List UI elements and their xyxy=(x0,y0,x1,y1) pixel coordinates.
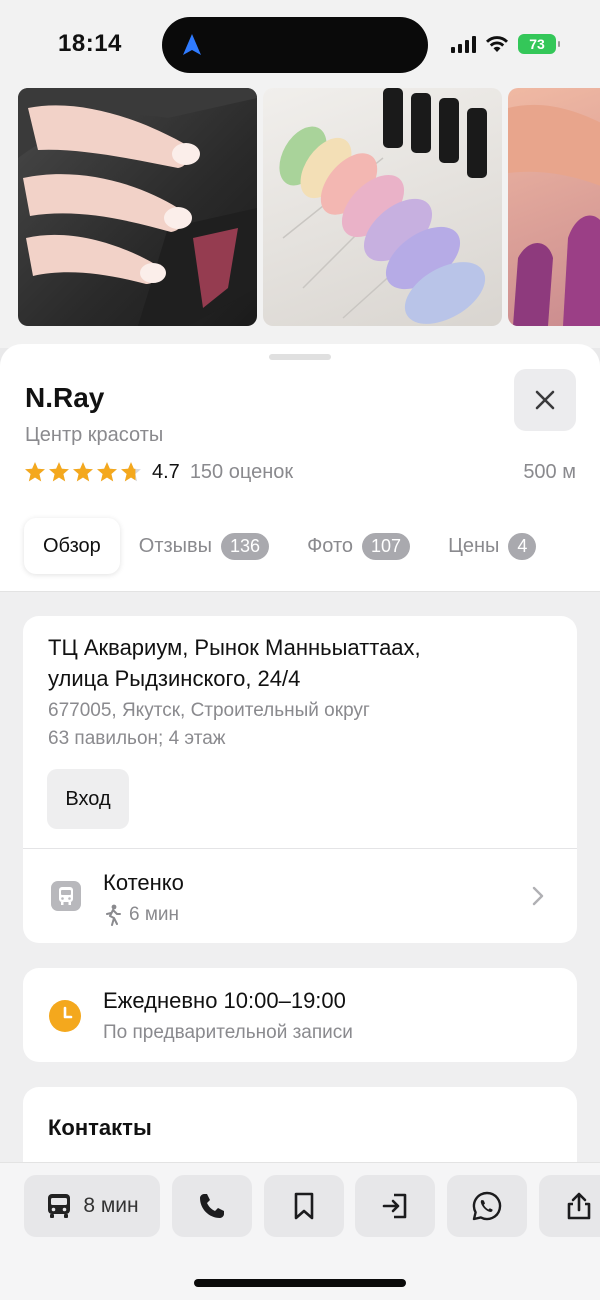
share-button[interactable] xyxy=(539,1175,600,1237)
address-card: ТЦ Аквариум, Рынок Манньыаттаах, улица Р… xyxy=(23,616,577,943)
photo-manicure-3[interactable] xyxy=(508,88,600,326)
phone-icon xyxy=(200,1194,224,1218)
cellular-signal-icon xyxy=(451,35,476,53)
entrance-button[interactable]: Вход xyxy=(47,769,129,829)
battery-icon: 73 xyxy=(518,34,560,54)
address-postal: 677005, Якутск, Строительный округ xyxy=(48,700,370,721)
transit-stop-row[interactable]: Котенко 6 мин xyxy=(23,849,577,943)
location-arrow-icon xyxy=(183,34,201,55)
address-detail: 63 павильон; 4 этаж xyxy=(48,728,226,749)
rating-value: 4.7 xyxy=(152,460,180,483)
place-category: Центр красоты xyxy=(25,424,164,446)
tab-reviews[interactable]: Отзывы 136 xyxy=(120,518,288,574)
close-icon xyxy=(535,390,555,410)
tab-label: Фото xyxy=(307,534,354,557)
battery-level: 73 xyxy=(529,36,545,52)
close-button[interactable] xyxy=(514,369,576,431)
status-icons: 73 xyxy=(451,34,560,54)
tab-bar: Обзор Отзывы 136 Фото 107 Цены 4 xyxy=(24,518,555,574)
wifi-icon xyxy=(486,36,508,52)
stop-name: Котенко xyxy=(103,870,184,895)
bus-stop-icon xyxy=(51,881,81,911)
walk-time-label: 6 мин xyxy=(129,904,180,925)
entrance-nav-button[interactable] xyxy=(355,1175,435,1237)
tab-count-badge: 136 xyxy=(221,532,270,560)
rating-count[interactable]: 150 оценок xyxy=(190,461,293,484)
rating-stars xyxy=(24,461,142,483)
place-name: N.Ray xyxy=(25,382,105,413)
tab-overview[interactable]: Обзор xyxy=(24,518,120,574)
star-icon xyxy=(121,462,141,482)
sheet-grabber[interactable] xyxy=(269,354,331,360)
hours-card[interactable]: Ежедневно 10:00–19:00 По предварительной… xyxy=(23,968,577,1062)
tab-label: Обзор xyxy=(43,534,101,557)
call-button[interactable] xyxy=(172,1175,252,1237)
whatsapp-icon xyxy=(472,1191,502,1221)
place-card-sheet[interactable]: N.Ray Центр красоты 4.7 150 оценок 500 м… xyxy=(0,344,600,1300)
whatsapp-button[interactable] xyxy=(447,1175,527,1237)
walking-person-icon xyxy=(106,904,121,926)
bookmark-icon xyxy=(294,1192,314,1220)
dynamic-island xyxy=(162,17,428,73)
place-header: N.Ray Центр красоты 4.7 150 оценок 500 м… xyxy=(0,344,600,592)
bus-icon xyxy=(48,1194,71,1218)
star-icon xyxy=(25,462,45,482)
route-button[interactable]: 8 мин xyxy=(24,1175,160,1237)
photo-nail-palette[interactable] xyxy=(263,88,502,326)
hours-note: По предварительной записи xyxy=(103,1022,353,1043)
address-line-1[interactable]: ТЦ Аквариум, Рынок Манньыаттаах, xyxy=(48,635,421,661)
tab-count-badge: 4 xyxy=(508,532,537,560)
address-line-2[interactable]: улица Рыдзинского, 24/4 xyxy=(48,666,300,692)
tab-photos[interactable]: Фото 107 xyxy=(288,518,429,574)
rating-row[interactable]: 4.7 150 оценок 500 м xyxy=(24,458,576,486)
bookmark-button[interactable] xyxy=(264,1175,344,1237)
enter-icon xyxy=(382,1193,407,1219)
status-bar: 18:14 73 xyxy=(0,0,600,88)
walk-time: 6 мин xyxy=(103,904,179,926)
star-icon xyxy=(73,462,93,482)
route-time: 8 мин xyxy=(83,1194,139,1217)
clock-icon xyxy=(49,1000,81,1032)
tab-label: Отзывы xyxy=(138,534,213,557)
tab-count-badge: 107 xyxy=(362,532,411,560)
tab-label: Цены xyxy=(448,534,500,557)
status-time: 18:14 xyxy=(58,30,122,57)
tab-prices[interactable]: Цены 4 xyxy=(429,518,555,574)
chevron-right-icon xyxy=(532,886,544,906)
photo-manicure-1[interactable] xyxy=(18,88,257,326)
action-bar: 8 мин xyxy=(0,1162,600,1300)
star-icon xyxy=(97,462,117,482)
photo-gallery[interactable] xyxy=(0,88,600,348)
star-icon xyxy=(49,462,69,482)
home-indicator[interactable] xyxy=(194,1279,406,1287)
hours-schedule: Ежедневно 10:00–19:00 xyxy=(103,988,346,1013)
share-icon xyxy=(567,1192,591,1220)
distance: 500 м xyxy=(523,460,576,483)
contacts-title: Контакты xyxy=(48,1115,152,1140)
